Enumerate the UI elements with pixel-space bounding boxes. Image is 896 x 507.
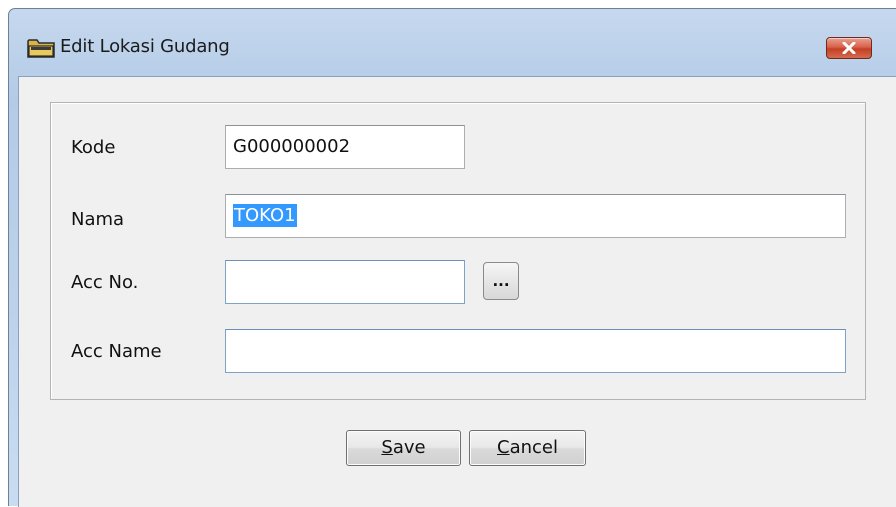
browse-account-button[interactable]: ... [483, 262, 519, 300]
save-label-rest: ave [392, 437, 426, 458]
dialog-body: Kode G000000002 Nama TOKO1 Acc No. ... A… [18, 76, 896, 507]
nama-field[interactable]: TOKO1 [225, 194, 846, 238]
nama-selected-text: TOKO1 [233, 204, 297, 227]
acc-no-label: Acc No. [71, 272, 139, 293]
close-button[interactable] [826, 37, 872, 59]
nama-label: Nama [71, 209, 125, 230]
save-button[interactable]: Save [346, 430, 461, 466]
kode-field[interactable]: G000000002 [225, 125, 465, 169]
kode-label: Kode [71, 137, 116, 158]
cancel-label-rest: ancel [509, 437, 558, 458]
cancel-button[interactable]: Cancel [469, 430, 586, 466]
close-icon [842, 42, 856, 54]
acc-name-field[interactable] [225, 329, 846, 373]
window-title: Edit Lokasi Gudang [60, 36, 230, 57]
folder-icon [27, 38, 55, 58]
acc-name-label: Acc Name [71, 341, 162, 362]
cancel-mnemonic: C [497, 437, 510, 458]
save-mnemonic: S [381, 437, 393, 458]
title-bar[interactable]: Edit Lokasi Gudang [9, 9, 896, 76]
acc-no-field[interactable] [225, 260, 465, 304]
dialog-window: Edit Lokasi Gudang Kode G000000002 Nama … [8, 8, 896, 507]
